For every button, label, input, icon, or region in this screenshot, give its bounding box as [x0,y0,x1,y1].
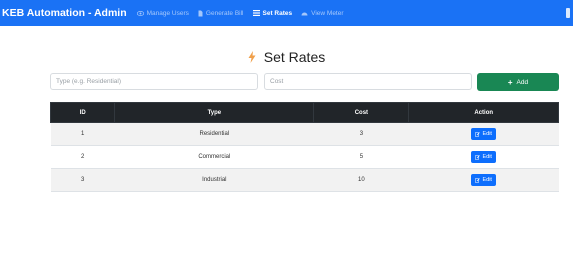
add-button-label: Add [516,78,529,86]
cell-id: 3 [50,168,115,192]
cell-type: Residential [114,122,314,146]
table-row: 2 Commercial 5 Edit [50,145,559,169]
page-heading: Set Rates [0,49,573,65]
cell-type: Industrial [114,168,314,192]
edit-button[interactable]: Edit [471,128,496,140]
add-rate-button[interactable]: + Add [477,73,559,91]
cell-id: 1 [50,122,115,146]
list-icon [252,10,260,16]
nav-item-label: Generate Bill [205,9,244,17]
navbar-edge-marker [566,8,570,18]
nav-item-generate-bill[interactable]: Generate Bill [198,10,244,17]
rates-table: ID Type Cost Action 1 Residential 3 Edit… [49,102,559,192]
column-header-action: Action [408,102,559,123]
nav-item-label: Manage Users [146,9,189,17]
meter-icon [301,10,308,16]
edit-button-label: Edit [482,131,492,137]
cell-action: Edit [408,122,559,146]
edit-icon [475,154,481,160]
edit-button[interactable]: Edit [471,174,496,186]
nav-item-set-rates[interactable]: Set Rates [252,9,293,17]
column-header-type: Type [114,102,315,123]
edit-button-label: Edit [482,177,492,183]
rate-cost-input[interactable] [264,73,472,90]
nav-item-label: View Meter [311,9,344,17]
table-row: 1 Residential 3 Edit [50,122,559,146]
top-navbar: KEB Automation - Admin Manage Users Gene… [0,0,573,26]
eye-icon [136,10,144,16]
page-title: Set Rates [263,49,326,65]
edit-icon [475,177,481,183]
lightning-icon [248,51,256,63]
table-header-row: ID Type Cost Action [49,102,559,123]
edit-button-label: Edit [482,154,492,160]
rate-type-input[interactable] [50,73,258,90]
cell-action: Edit [408,145,559,169]
nav-item-manage-users[interactable]: Manage Users [136,9,189,17]
cell-type: Commercial [114,145,314,169]
cell-cost: 5 [313,145,409,169]
column-header-id: ID [49,102,116,123]
cell-cost: 3 [313,122,409,146]
edit-icon [475,131,481,137]
cell-cost: 10 [313,168,409,192]
table-row: 3 Industrial 10 Edit [50,168,559,192]
column-header-cost: Cost [313,102,410,123]
cell-id: 2 [50,145,115,169]
nav-item-view-meter[interactable]: View Meter [301,9,344,17]
cell-action: Edit [408,168,559,192]
plus-icon: + [507,77,513,87]
edit-button[interactable]: Edit [471,151,496,163]
app-brand[interactable]: KEB Automation - Admin [2,7,127,19]
file-icon [198,10,203,17]
nav-item-label: Set Rates [262,9,293,17]
